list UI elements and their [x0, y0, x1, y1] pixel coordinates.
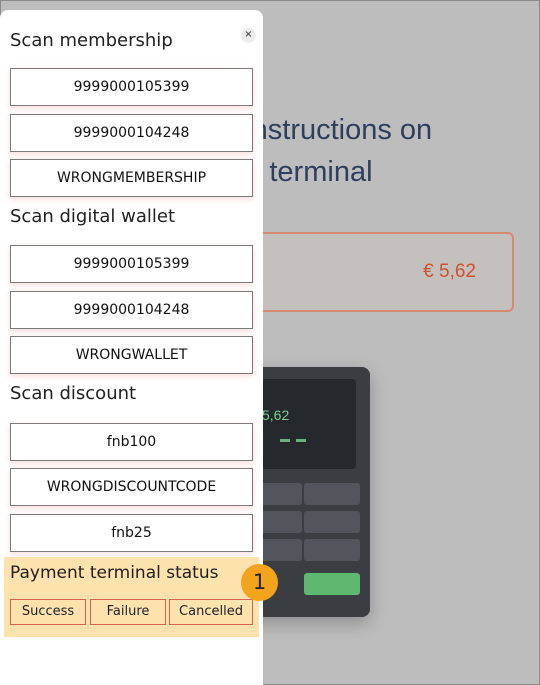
payment-status-section: Payment terminal status Success Failure … [4, 557, 259, 637]
terminal-line [280, 439, 290, 442]
wallet-option-button[interactable]: 9999000105399 [10, 245, 253, 283]
discount-option-button[interactable]: WRONGDISCOUNTCODE [10, 468, 253, 506]
membership-option-button[interactable]: 9999000105399 [10, 68, 253, 106]
step-number-badge: 1 [241, 564, 278, 601]
wallet-option-button[interactable]: 9999000104248 [10, 291, 253, 329]
close-button[interactable]: × [241, 28, 256, 43]
terminal-line [296, 439, 306, 442]
terminal-key [304, 483, 360, 505]
terminal-key [304, 511, 360, 533]
discount-option-button[interactable]: fnb100 [10, 423, 253, 461]
terminal-key [304, 539, 360, 561]
discount-option-button[interactable]: fnb25 [10, 514, 253, 552]
terminal-amount: 5,62 [262, 407, 290, 423]
payment-status-title: Payment terminal status [10, 563, 219, 583]
status-failure-button[interactable]: Failure [90, 599, 166, 625]
status-cancelled-button[interactable]: Cancelled [169, 599, 253, 625]
status-success-button[interactable]: Success [10, 599, 86, 625]
amount-value: € 5,62 [423, 261, 476, 282]
terminal-key-confirm [304, 573, 360, 595]
wallet-option-button[interactable]: WRONGWALLET [10, 336, 253, 374]
membership-section-title: Scan membership [10, 30, 173, 51]
discount-section-title: Scan discount [10, 383, 137, 404]
membership-option-button[interactable]: 9999000104248 [10, 114, 253, 152]
wallet-section-title: Scan digital wallet [10, 206, 176, 227]
membership-option-button[interactable]: WRONGMEMBERSHIP [10, 159, 253, 197]
